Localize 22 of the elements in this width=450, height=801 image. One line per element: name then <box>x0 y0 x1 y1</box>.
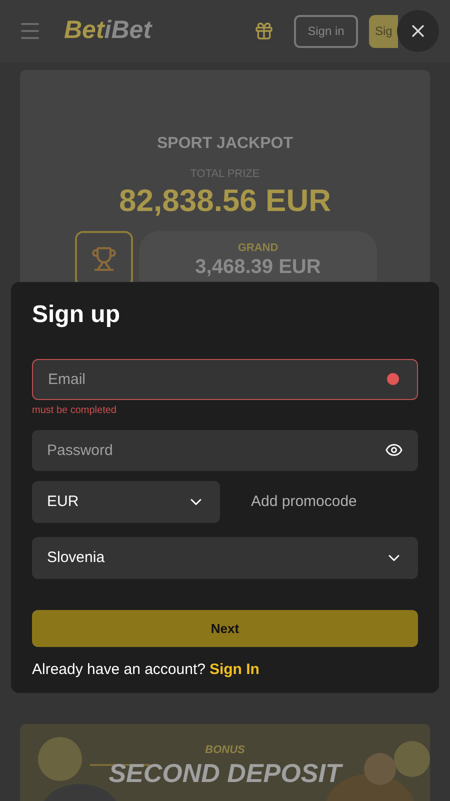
next-button[interactable]: Next <box>32 610 418 647</box>
currency-select[interactable]: EUR <box>32 481 220 523</box>
trophy-icon <box>91 246 117 272</box>
bonus-label: BONUS <box>205 743 245 758</box>
country-select[interactable]: Slovenia <box>32 537 418 579</box>
sign-in-link[interactable]: Sign In <box>209 659 260 682</box>
error-message: must be completed <box>32 404 118 418</box>
jackpot-title: SPORT JACKPOT <box>156 134 293 154</box>
email-field[interactable]: Email <box>32 359 418 400</box>
logo[interactable]: BetiBet <box>64 12 152 50</box>
dialog-title: Sign up <box>32 300 121 330</box>
show-password-icon[interactable] <box>385 441 403 459</box>
jackpot-amount: 82,838.56 EUR <box>119 182 331 218</box>
banner-title: SECOND DEPOSIT <box>108 758 342 786</box>
password-field[interactable]: Password <box>32 430 418 471</box>
sign-up-button[interactable]: Sig <box>369 14 398 48</box>
add-promocode-link[interactable]: Add promocode <box>251 490 357 514</box>
account-prompt: Already have an account? <box>32 660 206 680</box>
tier-label: GRAND <box>238 240 278 256</box>
gift-icon[interactable] <box>254 21 274 41</box>
tier-amount: 3,468.39 EUR <box>195 256 321 278</box>
sign-in-button[interactable]: Sign in <box>294 14 358 48</box>
